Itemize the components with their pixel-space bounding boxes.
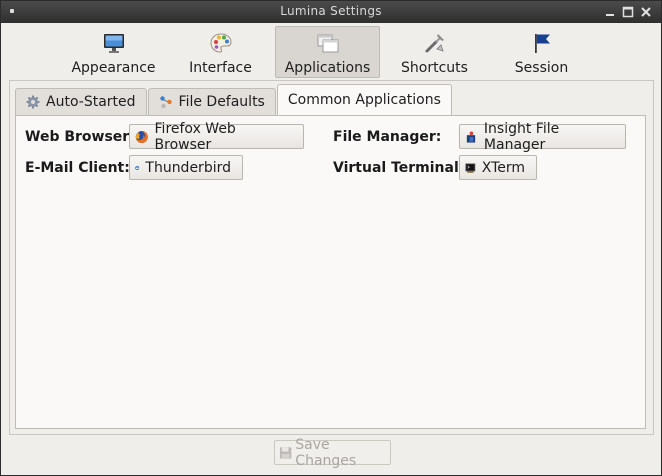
windows-icon (317, 34, 338, 53)
firefox-icon (135, 130, 148, 143)
category-toolbar: Appearance Interface Applications Shortc… (61, 26, 596, 78)
file-manager-icon (466, 130, 476, 143)
email-client-button[interactable]: Thunderbird (129, 155, 243, 180)
email-client-value: Thunderbird (145, 159, 231, 176)
gear-icon (26, 95, 40, 109)
minimize-icon (606, 14, 614, 16)
toolbar-label: Shortcuts (401, 60, 468, 76)
file-manager-value: Insight File Manager (483, 120, 560, 153)
tab-label: Common Applications (287, 92, 441, 108)
save-changes-label: Save Changes (295, 436, 357, 469)
toolbar-session[interactable]: Session (489, 26, 594, 78)
tab-common-applications[interactable]: Common Applications (276, 84, 452, 115)
toolbar-applications[interactable]: Applications (275, 26, 380, 78)
tab-file-defaults[interactable]: File Defaults (147, 88, 276, 115)
terminal-value: XTerm (481, 159, 525, 176)
toolbar-appearance[interactable]: Appearance (61, 26, 166, 78)
toolbar-interface[interactable]: Interface (168, 26, 273, 78)
web-browser-button[interactable]: Firefox Web Browser (129, 121, 304, 153)
toolbar-label: Interface (189, 60, 252, 76)
tab-auto-started[interactable]: Auto-Started (15, 88, 147, 115)
save-changes-button[interactable]: Save Changes (274, 437, 391, 469)
flag-icon (534, 34, 550, 53)
terminal-label: Virtual Terminal: (333, 160, 465, 176)
applications-tabs: Auto-Started File Defaults Common Applic… (15, 84, 453, 115)
terminal-icon (465, 162, 476, 173)
email-client-label: E-Mail Client: (25, 160, 130, 176)
toolbar-shortcuts[interactable]: Shortcuts (382, 26, 487, 78)
palette-icon (209, 33, 232, 53)
save-icon (279, 446, 292, 459)
common-applications-panel: Web Browser: Firefox Web Browser E-Mail … (15, 115, 646, 429)
settings-content: Auto-Started File Defaults Common Applic… (9, 80, 654, 435)
web-browser-value: Firefox Web Browser (154, 120, 236, 153)
minimize-button[interactable] (603, 5, 617, 19)
file-manager-button[interactable]: Insight File Manager (459, 121, 626, 153)
maximize-icon (622, 6, 634, 18)
close-icon (641, 7, 651, 17)
tab-label: File Defaults (178, 94, 265, 110)
file-associations-icon (159, 96, 172, 109)
settings-window: Lumina Settings Appearance Interface App… (0, 0, 662, 476)
monitor-icon (103, 34, 124, 53)
tab-label: Auto-Started (46, 94, 136, 110)
thunderbird-icon (135, 165, 140, 170)
close-button[interactable] (639, 5, 653, 19)
terminal-button[interactable]: XTerm (459, 155, 537, 180)
web-browser-label: Web Browser: (25, 129, 135, 145)
window-title: Lumina Settings (280, 4, 382, 18)
toolbar-label: Applications (284, 60, 371, 76)
tools-icon (425, 34, 444, 53)
maximize-button[interactable] (621, 5, 635, 19)
toolbar-label: Session (514, 60, 569, 76)
title-bar[interactable]: Lumina Settings (1, 1, 661, 23)
toolbar-label: Appearance (71, 60, 156, 76)
file-manager-label: File Manager: (333, 129, 442, 145)
